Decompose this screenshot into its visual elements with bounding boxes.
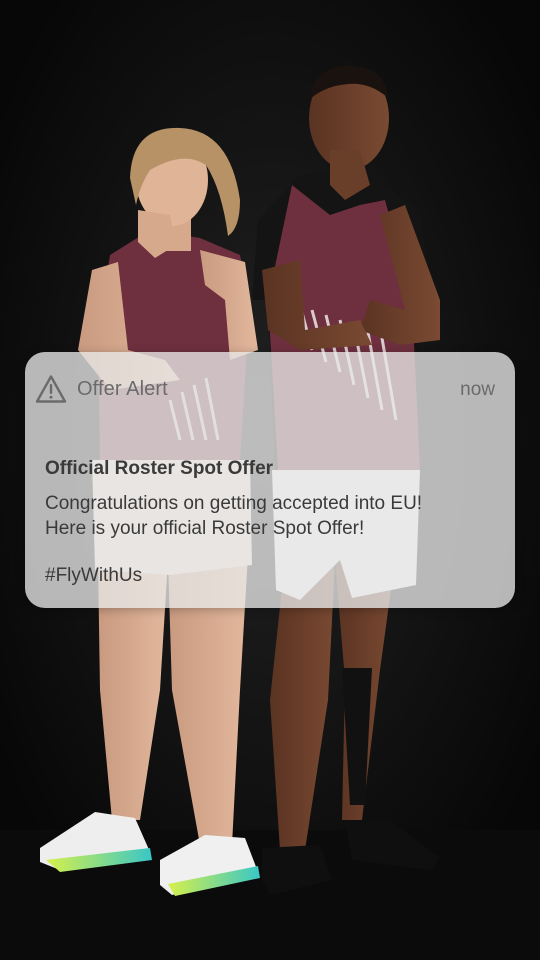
lock-screen: Offer Alert now Official Roster Spot Off… <box>0 0 540 960</box>
notification-app-name: Offer Alert <box>77 378 168 400</box>
notification-body-line: Congratulations on getting accepted into… <box>45 493 423 514</box>
notification-card[interactable]: Offer Alert now Official Roster Spot Off… <box>25 352 515 608</box>
notification-hashtag: #FlyWithUs <box>45 565 143 586</box>
warning-triangle-icon <box>35 375 67 403</box>
notification-time: now <box>460 379 495 400</box>
notification-body: Congratulations on getting accepted into… <box>45 491 500 541</box>
notification-header: Offer Alert now <box>25 352 515 428</box>
notification-title: Official Roster Spot Offer <box>45 458 274 479</box>
notification-body-line: Here is your official Roster Spot Offer! <box>45 518 365 539</box>
